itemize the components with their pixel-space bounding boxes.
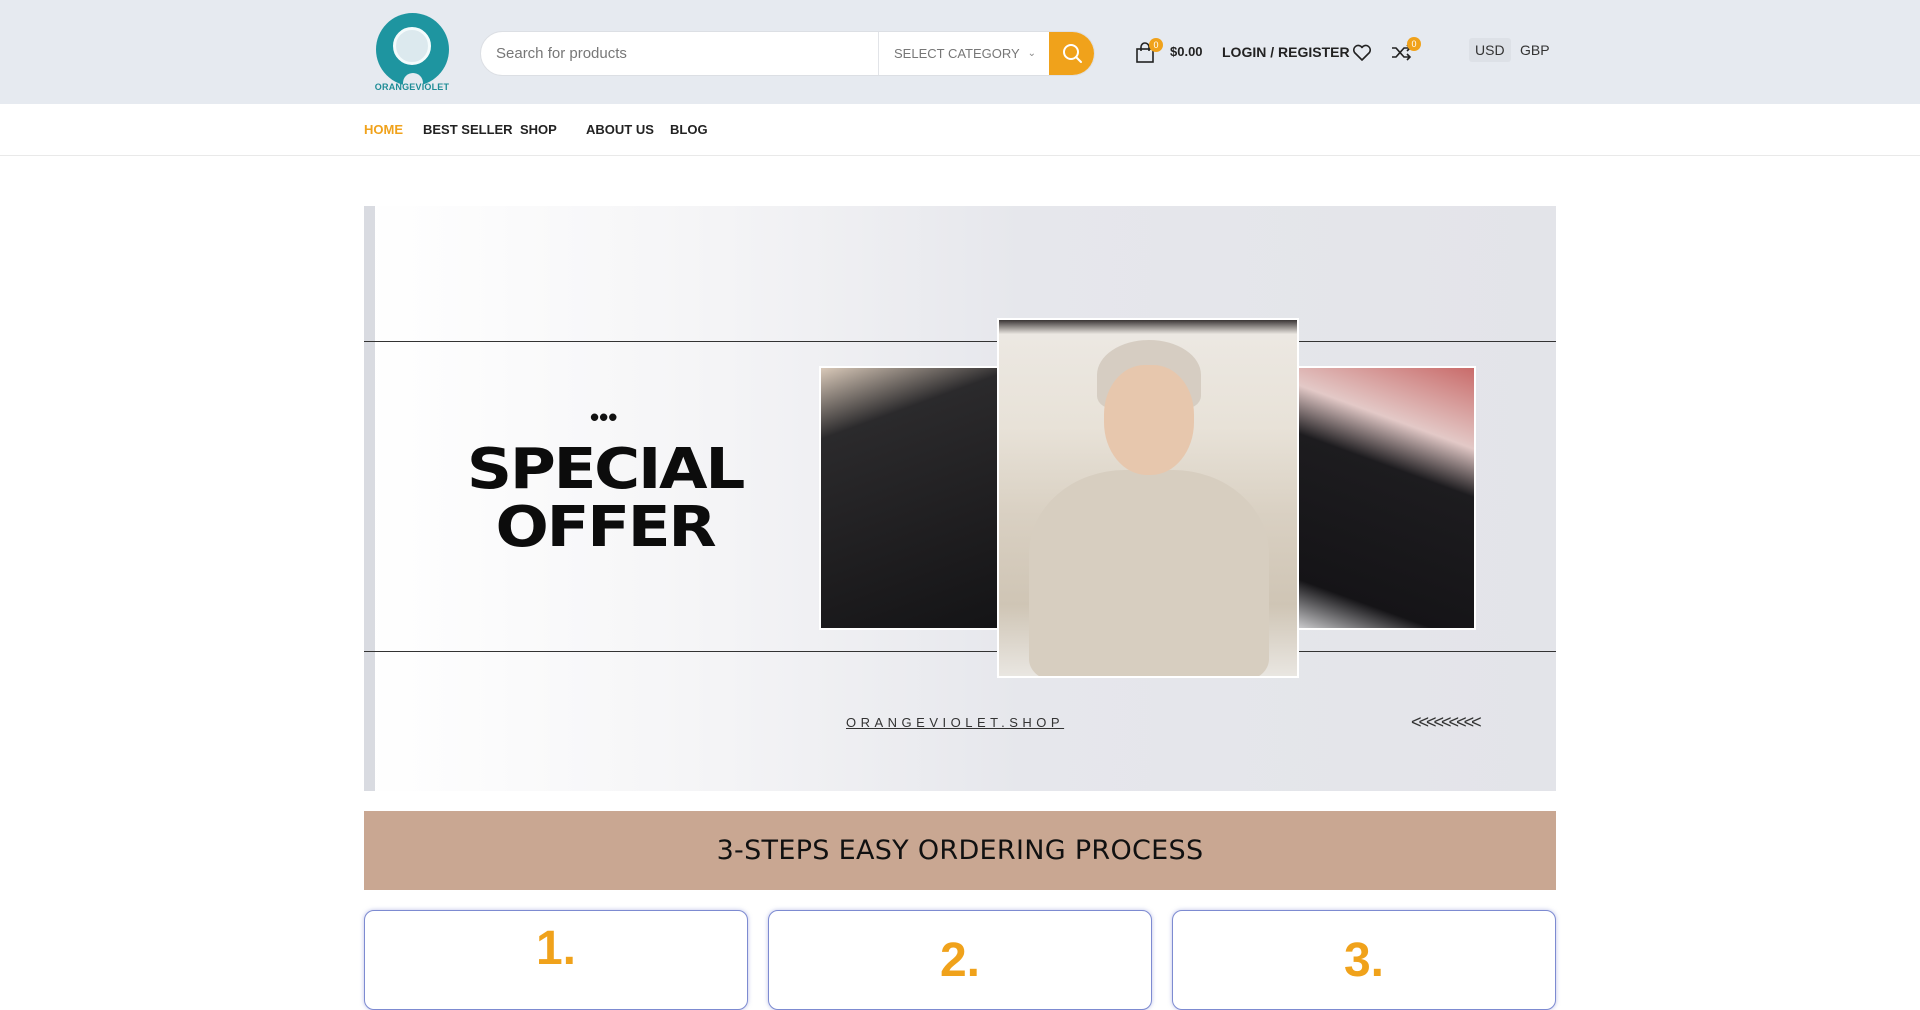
compare-count-badge: 0 xyxy=(1407,37,1421,51)
cart-count-badge: 0 xyxy=(1149,38,1163,52)
step-card-2: 2. xyxy=(768,910,1152,1010)
top-header: ORANGEVIOLET SELECT CATEGORY ⌄ 0 $0.00 L… xyxy=(0,0,1920,104)
nav-best-seller[interactable]: BEST SELLER xyxy=(423,122,513,137)
hero-photo-center xyxy=(997,318,1299,678)
step-card-1: 1. xyxy=(364,910,748,1010)
steps-heading-bar: 3-STEPS EASY ORDERING PROCESS xyxy=(364,811,1556,890)
compare-button[interactable]: 0 xyxy=(1390,37,1421,64)
search-input[interactable] xyxy=(481,32,878,75)
step-number-2: 2. xyxy=(939,934,981,987)
nav-shop[interactable]: SHOP xyxy=(520,122,557,137)
wishlist-button[interactable] xyxy=(1351,41,1373,68)
hero-headline-line2: OFFER xyxy=(495,495,717,560)
hero-site-link[interactable]: ORANGEVIOLET.SHOP xyxy=(846,715,1064,730)
hero-divider-top xyxy=(364,341,1556,342)
main-nav: HOME BEST SELLER SHOP ABOUT US BLOG xyxy=(0,104,1920,156)
hero-headline-line1: SPECIAL xyxy=(466,437,745,502)
category-select[interactable]: SELECT CATEGORY ⌄ xyxy=(878,32,1050,75)
hero-edge-strip xyxy=(364,206,375,791)
search-bar: SELECT CATEGORY ⌄ xyxy=(480,31,1095,76)
cart-total: $0.00 xyxy=(1170,44,1203,59)
login-register-link[interactable]: LOGIN / REGISTER xyxy=(1222,44,1350,60)
chevron-down-icon: ⌄ xyxy=(1027,48,1036,59)
cart-button[interactable]: 0 $0.00 xyxy=(1133,38,1203,66)
category-select-label: SELECT CATEGORY xyxy=(894,46,1020,61)
currency-gbp[interactable]: GBP xyxy=(1514,38,1556,62)
hero-headline: SPECIAL OFFER xyxy=(420,441,790,557)
step-card-3: 3. xyxy=(1172,910,1556,1010)
nav-about-us[interactable]: ABOUT US xyxy=(586,122,654,137)
hero-arrows: <<<<<<<<< xyxy=(1411,712,1482,732)
logo-mark-icon xyxy=(376,13,449,89)
hero-divider-bottom xyxy=(364,651,1556,652)
search-button[interactable] xyxy=(1049,32,1094,75)
currency-usd[interactable]: USD xyxy=(1469,38,1511,62)
search-icon xyxy=(1063,44,1082,63)
nav-home[interactable]: HOME xyxy=(364,122,403,137)
hero-photo-left xyxy=(819,366,999,630)
heart-icon xyxy=(1352,44,1372,61)
hero-banner[interactable]: ••• SPECIAL OFFER ORANGEVIOLET.SHOP <<<<… xyxy=(364,206,1556,791)
hero-dots: ••• xyxy=(590,402,618,432)
hero-photo-right xyxy=(1297,366,1476,630)
nav-blog[interactable]: BLOG xyxy=(670,122,708,137)
steps-title: 3-STEPS EASY ORDERING PROCESS xyxy=(716,835,1204,866)
step-number-3: 3. xyxy=(1343,934,1385,987)
logo-text: ORANGEVIOLET xyxy=(374,82,450,92)
site-logo[interactable]: ORANGEVIOLET xyxy=(373,11,451,93)
step-number-1: 1. xyxy=(535,922,577,975)
